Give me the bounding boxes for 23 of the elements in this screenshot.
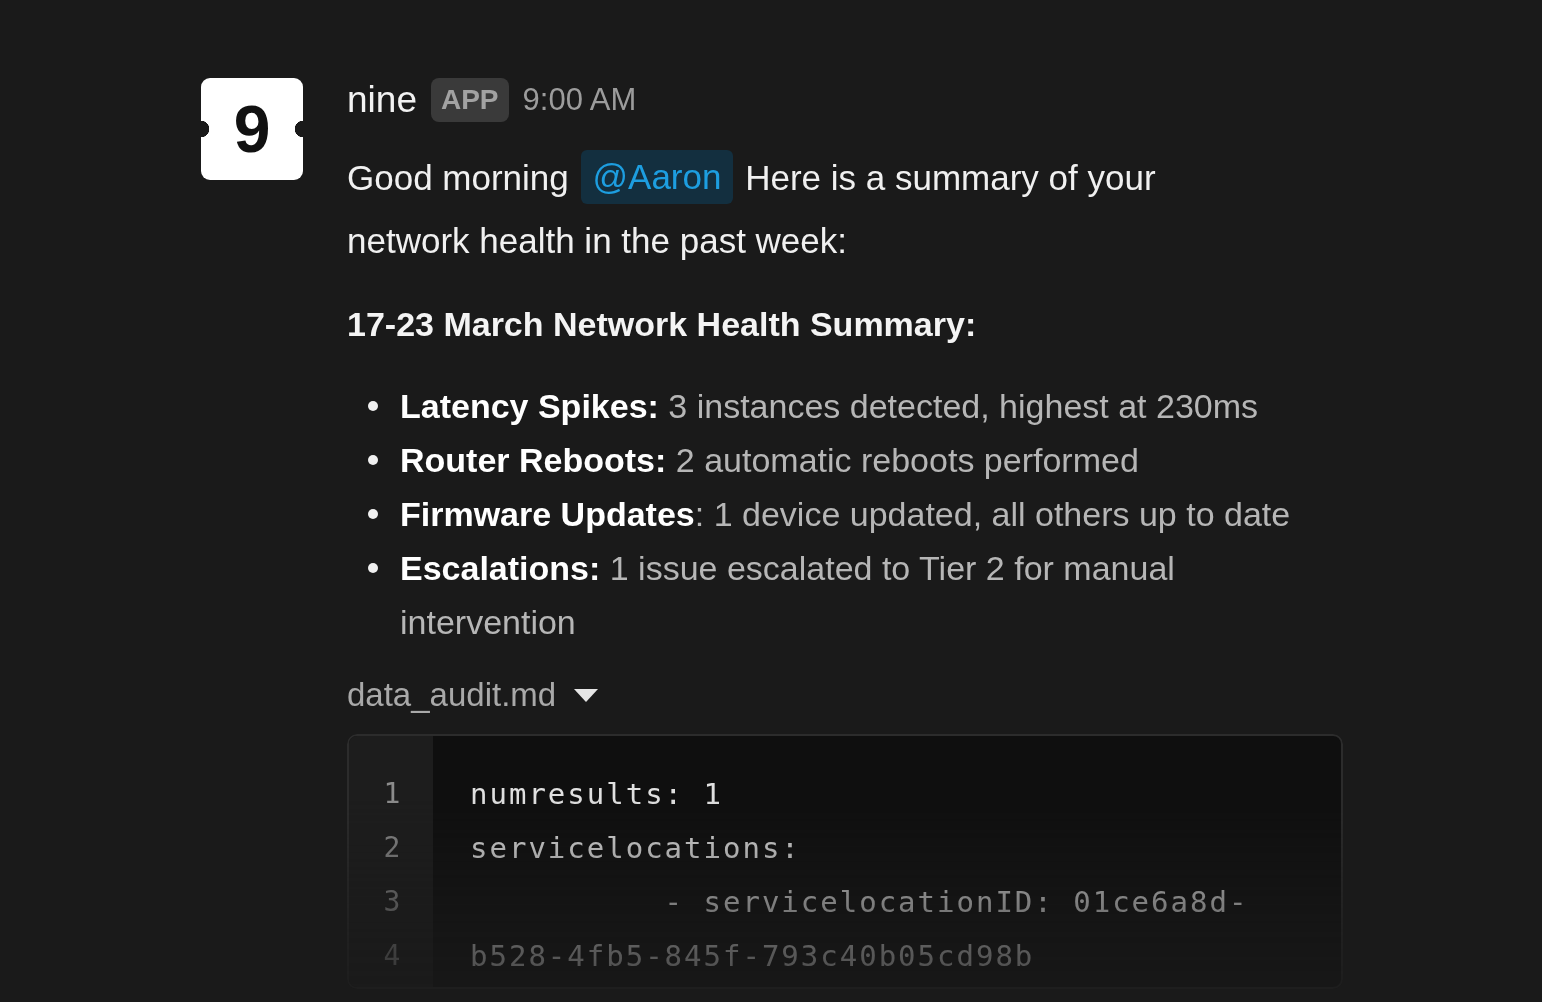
user-mention[interactable]: @Aaron (580, 150, 734, 204)
bullet-icon (368, 509, 378, 519)
sender-name[interactable]: nine (347, 78, 417, 122)
bullet-icon (368, 563, 378, 573)
line-number: 1 (382, 776, 402, 812)
code-line: b528-4fb5-845f-793c40b05cd98b (470, 938, 1036, 975)
line-number: 3 (382, 884, 402, 920)
code-line: servicelocations: (470, 830, 802, 867)
bullet-icon (368, 401, 378, 411)
app-avatar: 9 (201, 78, 303, 180)
list-item-text: Escalations: 1 issue escalated to Tier 2 for manual intervention (400, 548, 1176, 643)
line-number: 2 (382, 830, 402, 866)
list-item-text: Latency Spikes: 3 instances detected, highest at 230ms (400, 386, 1259, 427)
bullet-icon (368, 455, 378, 465)
timestamp: 9:00 AM (522, 81, 637, 119)
file-toggle-button[interactable]: data_audit.md (347, 673, 599, 717)
list-item-text: Firmware Updates: 1 device updated, all others up to date (400, 494, 1291, 535)
code-line: - servicelocationID: 01ce6a8d- (663, 884, 1249, 921)
message-text: Good morning @Aaron Here is a summary of your network health in the past week: (347, 146, 1217, 272)
list-item-text: Router Reboots: 2 automatic reboots performed (400, 440, 1139, 481)
app-badge: APP (430, 78, 509, 122)
code-line: numresults: 1 (470, 776, 724, 813)
summary-heading: 17-23 March Network Health Summary: (347, 304, 977, 345)
